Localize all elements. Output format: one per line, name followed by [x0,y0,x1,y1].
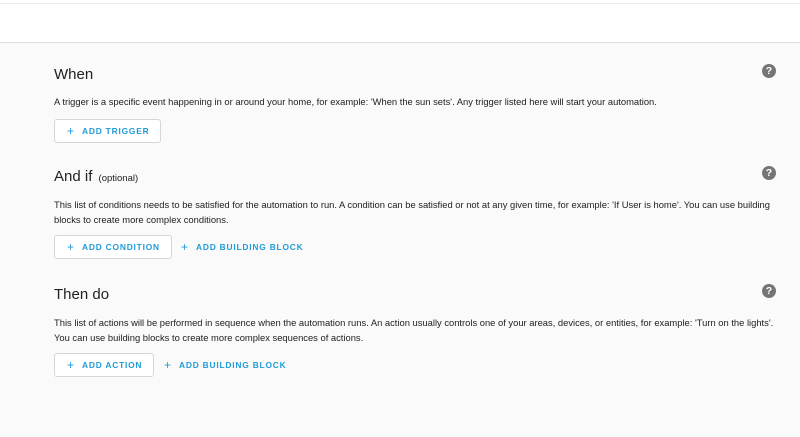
section-description-and-if: This list of conditions needs to be sati… [54,199,770,225]
help-icon[interactable]: ? [762,284,776,298]
help-icon[interactable]: ? [762,64,776,78]
plus-icon: + [164,358,172,372]
plus-icon: + [67,358,75,372]
add-building-block-button[interactable]: + ADD BUILDING BLOCK [164,353,286,377]
add-condition-label: ADD CONDITION [82,242,160,252]
plus-icon: + [67,240,75,254]
top-divider [0,3,800,4]
add-trigger-label: ADD TRIGGER [82,126,150,136]
section-title-when: When [54,66,94,83]
section-description-when: A trigger is a specific event happening … [54,96,657,107]
add-action-label: ADD ACTION [82,360,143,370]
section-title-then-do: Then do [54,286,110,303]
optional-label: (optional) [98,173,139,184]
add-building-block-label: ADD BUILDING BLOCK [196,242,304,252]
section-title-and-if: And if (optional) [54,168,138,185]
top-card [0,0,800,43]
add-action-button[interactable]: + ADD ACTION [54,353,155,377]
plus-icon: + [181,240,189,254]
and-if-title-text: And if [54,168,93,185]
add-building-block-button[interactable]: + ADD BUILDING BLOCK [181,235,303,259]
add-trigger-button[interactable]: + ADD TRIGGER [54,119,162,143]
plus-icon: + [67,124,75,138]
add-condition-button[interactable]: + ADD CONDITION [54,235,172,259]
add-building-block-label: ADD BUILDING BLOCK [179,360,287,370]
help-icon[interactable]: ? [762,166,776,180]
section-description-then-do: This list of actions will be performed i… [54,317,774,343]
